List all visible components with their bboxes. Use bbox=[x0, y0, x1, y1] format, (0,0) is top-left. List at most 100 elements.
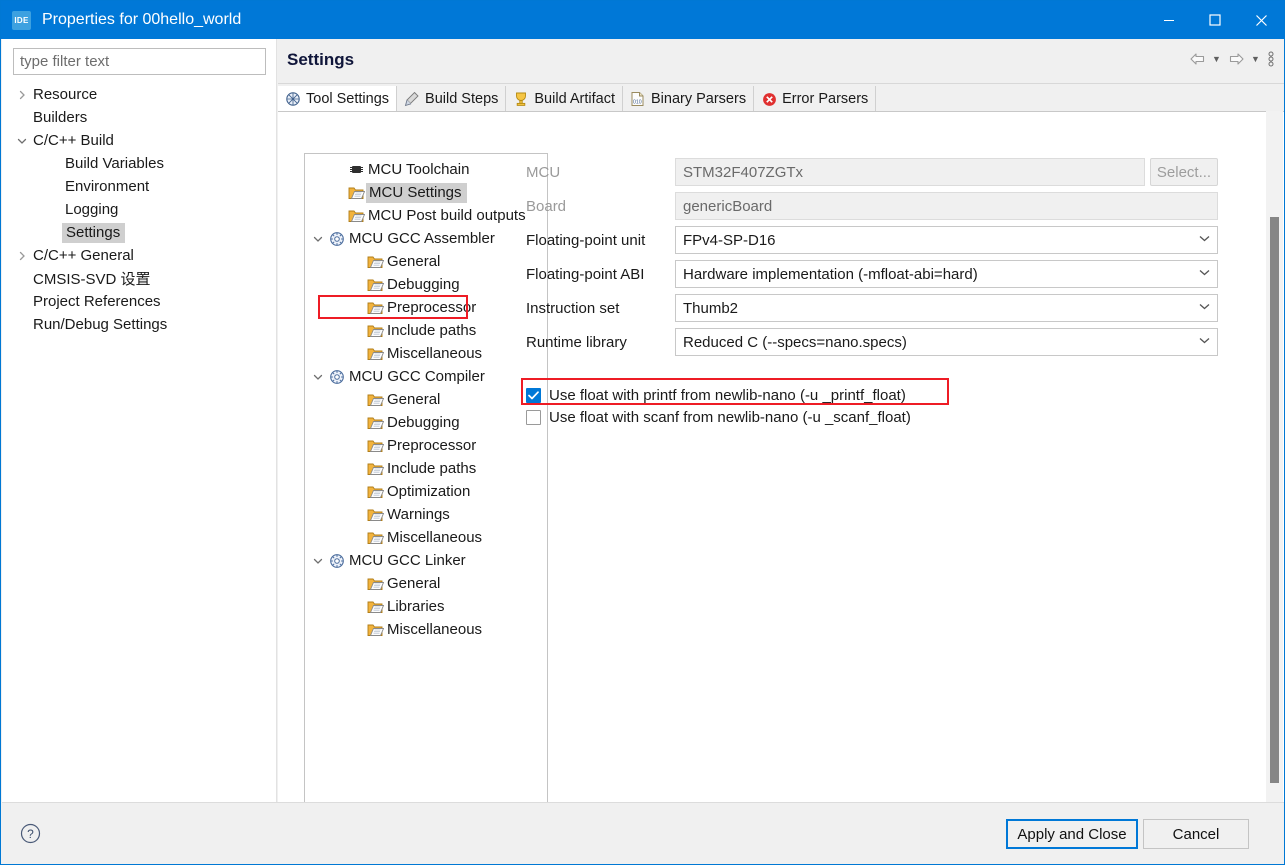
vertical-scrollbar[interactable] bbox=[1266, 111, 1283, 831]
mcu-tree-item[interactable]: Debugging bbox=[305, 411, 547, 434]
mcu-tree-item[interactable]: MCU GCC Linker bbox=[305, 549, 547, 572]
apply-and-close-button[interactable]: Apply and Close bbox=[1006, 819, 1138, 849]
form-label: MCU bbox=[526, 163, 561, 181]
combo-box[interactable]: Hardware implementation (-mfloat-abi=har… bbox=[675, 260, 1218, 288]
mcu-tree-item[interactable]: MCU Post build outputs bbox=[305, 204, 547, 227]
mcu-tree-item[interactable]: General bbox=[305, 250, 547, 273]
dialog-button-bar: ? Apply and Close Cancel bbox=[2, 802, 1284, 863]
chevron-right-icon[interactable] bbox=[14, 248, 30, 264]
combo-box[interactable]: FPv4-SP-D16 bbox=[675, 226, 1218, 254]
nav-item-c-c-general[interactable]: C/C++ General bbox=[2, 244, 277, 267]
field-value: Hardware implementation (-mfloat-abi=har… bbox=[683, 265, 978, 283]
chevron-down-icon[interactable] bbox=[309, 372, 327, 382]
chevron-down-icon[interactable] bbox=[309, 234, 327, 244]
nav-item-builders[interactable]: Builders bbox=[2, 106, 277, 129]
chevron-down-icon[interactable] bbox=[309, 556, 327, 566]
nav-item-c-c-build[interactable]: C/C++ Build bbox=[2, 129, 277, 152]
close-button[interactable] bbox=[1238, 1, 1284, 39]
chevron-down-icon[interactable] bbox=[1199, 337, 1210, 347]
checkbox-label: Use float with printf from newlib-nano (… bbox=[549, 386, 906, 404]
properties-dialog: IDE Properties for 00hello_world Resourc… bbox=[0, 0, 1285, 865]
forward-history-dropdown[interactable]: ▼ bbox=[1247, 47, 1264, 71]
nav-item-cmsis-svd[interactable]: CMSIS-SVD 设置 bbox=[2, 267, 277, 290]
page-title: Settings bbox=[287, 50, 355, 69]
mcu-tree-item-label: MCU GCC Compiler bbox=[349, 368, 485, 385]
filter-input[interactable] bbox=[13, 48, 266, 75]
maximize-button[interactable] bbox=[1192, 1, 1238, 39]
nav-item-label: Run/Debug Settings bbox=[33, 316, 168, 333]
help-button[interactable]: ? bbox=[19, 822, 42, 845]
tab-build-steps[interactable]: Build Steps bbox=[397, 86, 507, 112]
nav-item-label: Logging bbox=[65, 201, 119, 218]
mcu-tree-item[interactable]: Miscellaneous bbox=[305, 618, 547, 641]
mcu-tree-item[interactable]: MCU Toolchain bbox=[305, 158, 547, 181]
mcu-tree-item[interactable]: Optimization bbox=[305, 480, 547, 503]
nav-item-label: CMSIS-SVD 设置 bbox=[33, 271, 151, 288]
chevron-down-icon[interactable] bbox=[1199, 269, 1210, 279]
scrollbar-thumb[interactable] bbox=[1270, 217, 1279, 783]
mcu-tree-item[interactable]: General bbox=[305, 572, 547, 595]
tab-label: Tool Settings bbox=[306, 91, 390, 107]
folder-icon bbox=[365, 598, 385, 616]
tab-tool-settings[interactable]: Tool Settings bbox=[278, 86, 398, 112]
mcu-tree-item[interactable]: MCU GCC Compiler bbox=[305, 365, 547, 388]
mcu-tree-item-label: Miscellaneous bbox=[387, 345, 483, 362]
back-history-dropdown[interactable]: ▼ bbox=[1208, 47, 1225, 71]
checkbox-checked-icon[interactable] bbox=[526, 387, 541, 403]
mcu-tree-item[interactable]: Include paths bbox=[305, 457, 547, 480]
folder-icon bbox=[365, 529, 385, 547]
folder-icon bbox=[365, 414, 385, 432]
nav-item-label: C/C++ General bbox=[33, 247, 134, 264]
combo-box[interactable]: Thumb2 bbox=[675, 294, 1218, 322]
mcu-tree-item[interactable]: Warnings bbox=[305, 503, 547, 526]
nav-item-run-debug-settings[interactable]: Run/Debug Settings bbox=[2, 313, 277, 336]
mcu-tree-item[interactable]: Libraries bbox=[305, 595, 547, 618]
combo-box[interactable]: Reduced C (--specs=nano.specs) bbox=[675, 328, 1218, 356]
checkbox-row[interactable]: Use float with printf from newlib-nano (… bbox=[521, 378, 1238, 406]
chevron-down-icon[interactable] bbox=[1199, 235, 1210, 245]
back-arrow-icon[interactable] bbox=[1186, 47, 1208, 71]
tab-label: Build Artifact bbox=[534, 91, 615, 107]
field-value: STM32F407ZGTx bbox=[683, 163, 804, 181]
nav-item-logging[interactable]: Logging bbox=[2, 198, 277, 221]
gear-icon bbox=[327, 368, 347, 386]
mcu-tree-item[interactable]: General bbox=[305, 388, 547, 411]
chevron-right-icon[interactable] bbox=[14, 87, 30, 103]
mcu-tree-item[interactable]: Debugging bbox=[305, 273, 547, 296]
mcu-tree-item[interactable]: Preprocessor bbox=[305, 296, 547, 319]
checkbox-unchecked-icon[interactable] bbox=[526, 409, 541, 425]
mcu-tree-item[interactable]: Miscellaneous bbox=[305, 342, 547, 365]
mcu-tree-item-label: MCU Settings bbox=[366, 182, 467, 203]
nav-item-resource[interactable]: Resource bbox=[2, 83, 277, 106]
form-row: MCU STM32F407ZGTx Select... bbox=[526, 155, 1238, 189]
view-menu-icon[interactable] bbox=[1264, 47, 1278, 71]
tab-label: Build Steps bbox=[425, 91, 499, 107]
field-value: Reduced C (--specs=nano.specs) bbox=[683, 333, 907, 351]
mcu-tree-item[interactable]: Miscellaneous bbox=[305, 526, 547, 549]
form-label: Instruction set bbox=[526, 299, 620, 317]
checkbox-row[interactable]: Use float with scanf from newlib-nano (-… bbox=[526, 406, 1238, 428]
mcu-tree-item[interactable]: MCU GCC Assembler bbox=[305, 227, 547, 250]
chevron-down-icon[interactable] bbox=[14, 133, 30, 149]
tool-settings-icon bbox=[284, 90, 302, 108]
nav-item-environment[interactable]: Environment bbox=[2, 175, 277, 198]
select-mcu-button: Select... bbox=[1150, 158, 1218, 186]
tab-error-parsers[interactable]: Error Parsers bbox=[754, 86, 877, 112]
mcu-tree-item[interactable]: MCU Settings bbox=[305, 181, 547, 204]
tab-binary-parsers[interactable]: 010 Binary Parsers bbox=[622, 86, 755, 112]
mcu-tree-item-label: MCU GCC Assembler bbox=[349, 230, 495, 247]
nav-item-project-references[interactable]: Project References bbox=[2, 290, 277, 313]
form-row: Board genericBoard bbox=[526, 189, 1238, 223]
text-field: STM32F407ZGTx bbox=[675, 158, 1145, 186]
gear-icon bbox=[327, 552, 347, 570]
nav-item-build-variables[interactable]: Build Variables bbox=[2, 152, 277, 175]
tool-category-tree[interactable]: MCU Toolchain MCU Settings MCU Post build … bbox=[304, 153, 548, 825]
mcu-tree-item[interactable]: Preprocessor bbox=[305, 434, 547, 457]
nav-item-settings[interactable]: Settings bbox=[2, 221, 277, 244]
cancel-button[interactable]: Cancel bbox=[1143, 819, 1249, 849]
minimize-button[interactable] bbox=[1146, 1, 1192, 39]
mcu-tree-item[interactable]: Include paths bbox=[305, 319, 547, 342]
chevron-down-icon[interactable] bbox=[1199, 303, 1210, 313]
forward-arrow-icon[interactable] bbox=[1225, 47, 1247, 71]
tab-build-artifact[interactable]: Build Artifact bbox=[506, 86, 623, 112]
